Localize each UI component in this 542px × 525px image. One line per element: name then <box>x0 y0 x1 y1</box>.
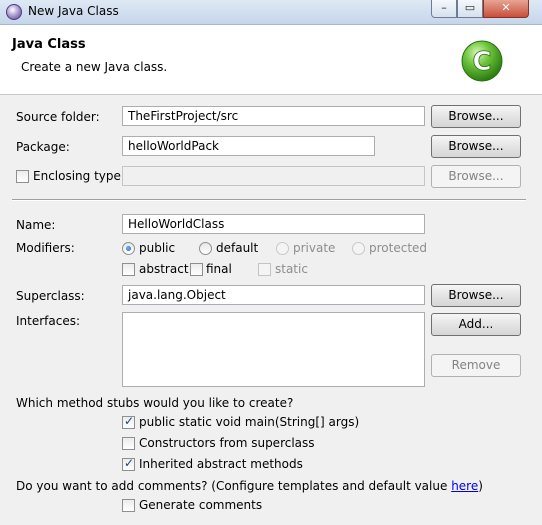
public-radio[interactable] <box>122 242 135 255</box>
interfaces-list[interactable] <box>122 312 425 387</box>
enclosing-type-checkbox[interactable] <box>16 170 29 183</box>
comments-question-end: ) <box>478 479 483 493</box>
package-label: Package: <box>16 140 70 154</box>
comments-question-text: Do you want to add comments? (Configure … <box>16 479 452 493</box>
private-label: private <box>293 241 336 255</box>
name-label: Name: <box>16 218 56 232</box>
class-name-field[interactable]: HelloWorldClass <box>122 214 425 234</box>
protected-radio[interactable] <box>352 242 365 255</box>
generate-comments-checkbox[interactable] <box>122 499 135 512</box>
add-interface-button[interactable]: Add... <box>431 313 521 336</box>
package-browse-button[interactable]: Browse... <box>431 135 521 158</box>
enclosing-type-browse-button[interactable]: Browse... <box>431 165 521 188</box>
abstract-label: abstract <box>139 262 189 276</box>
inherited-methods-label: Inherited abstract methods <box>139 457 303 471</box>
wizard-title: Java Class <box>12 37 86 52</box>
main-method-checkbox[interactable]: ✓ <box>122 414 135 429</box>
public-label: public <box>139 241 176 255</box>
comments-question: Do you want to add comments? (Configure … <box>16 479 483 493</box>
generate-comments-label: Generate comments <box>139 498 263 512</box>
modifiers-label: Modifiers: <box>16 241 75 255</box>
final-checkbox[interactable] <box>190 263 203 276</box>
title-bar[interactable]: New Java Class – ▭ ✕ <box>0 0 542 25</box>
source-folder-field[interactable]: TheFirstProject/src <box>122 106 425 126</box>
enclosing-type-label: Enclosing type: <box>33 169 125 183</box>
static-label: static <box>275 262 308 276</box>
final-label: final <box>206 262 232 276</box>
default-label: default <box>216 241 259 255</box>
remove-interface-button[interactable]: Remove <box>431 354 521 377</box>
maximize-button[interactable]: ▭ <box>457 0 483 18</box>
enclosing-type-field[interactable] <box>122 166 425 186</box>
minimize-button[interactable]: – <box>431 0 457 18</box>
section-separator <box>12 199 526 201</box>
static-checkbox[interactable] <box>258 263 271 276</box>
superclass-label: Superclass: <box>16 289 85 303</box>
inherited-methods-checkbox[interactable]: ✓ <box>122 456 135 471</box>
interfaces-label: Interfaces: <box>16 314 81 328</box>
java-class-icon: C <box>461 40 503 82</box>
default-radio[interactable] <box>199 242 212 255</box>
method-stubs-question: Which method stubs would you like to cre… <box>16 396 294 410</box>
superclass-browse-button[interactable]: Browse... <box>431 284 521 307</box>
source-folder-browse-button[interactable]: Browse... <box>431 105 521 128</box>
private-radio[interactable] <box>276 242 289 255</box>
source-folder-label: Source folder: <box>16 110 100 124</box>
package-field[interactable]: helloWorldPack <box>122 136 375 156</box>
protected-label: protected <box>369 241 428 255</box>
window-title: New Java Class <box>28 4 119 18</box>
abstract-checkbox[interactable] <box>122 263 135 276</box>
wizard-subtitle: Create a new Java class. <box>21 60 168 74</box>
superclass-field[interactable]: java.lang.Object <box>122 285 425 305</box>
logo-letter: C <box>472 47 491 77</box>
constructors-label: Constructors from superclass <box>139 436 315 450</box>
eclipse-icon <box>6 4 22 20</box>
close-button[interactable]: ✕ <box>483 0 529 18</box>
configure-templates-link[interactable]: here <box>451 479 478 493</box>
main-method-label: public static void main(String[] args) <box>139 415 360 429</box>
wizard-header: Java Class Create a new Java class. C <box>0 25 542 95</box>
constructors-checkbox[interactable] <box>122 437 135 450</box>
